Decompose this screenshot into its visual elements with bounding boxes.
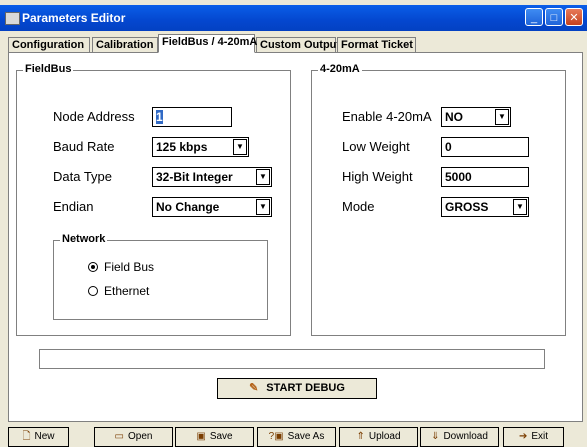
high-weight-label: High Weight: [342, 169, 413, 184]
title-bar[interactable]: Parameters Editor _ □ ✕: [0, 5, 587, 31]
save-as-button[interactable]: ?▣ Save As: [257, 427, 336, 447]
chevron-down-icon[interactable]: ▼: [233, 139, 247, 155]
upload-button-label: Upload: [368, 431, 401, 442]
upload-icon: ⇑: [356, 431, 365, 442]
new-file-icon: 🗋: [22, 431, 31, 442]
network-group-title: Network: [60, 233, 108, 245]
endian-label: Endian: [53, 199, 94, 214]
download-icon: ⇓: [431, 431, 440, 442]
data-type-value: 32-Bit Integer: [156, 170, 233, 184]
analog-group: 4-20mA Enable 4-20mA NO ▼ Low Weight 0 Hi…: [311, 63, 566, 336]
new-button-label: New: [34, 431, 55, 442]
endian-value: No Change: [156, 200, 220, 214]
baud-rate-select[interactable]: 125 kbps ▼: [152, 137, 249, 157]
download-button-label: Download: [443, 431, 488, 442]
baud-rate-value: 125 kbps: [156, 140, 208, 154]
chevron-down-icon[interactable]: ▼: [495, 109, 509, 125]
radio-ethernet[interactable]: Ethernet: [88, 284, 149, 298]
chevron-down-icon[interactable]: ▼: [256, 199, 270, 215]
exit-button-label: Exit: [531, 431, 549, 442]
new-button[interactable]: 🗋 New: [8, 427, 69, 447]
endian-select[interactable]: No Change ▼: [152, 197, 272, 217]
tab-calibration[interactable]: Calibration: [92, 37, 158, 52]
chevron-down-icon[interactable]: ▼: [256, 169, 270, 185]
bottom-toolbar: 🗋 New ▭ Open ▣ Save ?▣ Save As ⇑ Upload ⇓ Down…: [0, 424, 587, 447]
data-type-label: Data Type: [53, 169, 113, 184]
chevron-down-icon[interactable]: ▼: [513, 199, 527, 215]
fieldbus-group: FieldBus Node Address 1 Baud Rate 125 kb…: [16, 63, 291, 336]
close-button[interactable]: ✕: [565, 8, 583, 26]
data-type-select[interactable]: 32-Bit Integer ▼: [152, 167, 272, 187]
upload-button[interactable]: ⇑ Upload: [339, 427, 418, 447]
radio-field-bus[interactable]: Field Bus: [88, 260, 154, 274]
exit-icon: ➔: [518, 431, 528, 442]
radio-selected-icon: [88, 262, 98, 272]
radio-unselected-icon: [88, 286, 98, 296]
window-title: Parameters Editor: [22, 11, 126, 25]
baud-rate-label: Baud Rate: [53, 139, 115, 154]
tab-custom-output[interactable]: Custom Output: [256, 37, 340, 52]
tab-format-ticket[interactable]: Format Ticket: [337, 37, 416, 52]
analog-group-title: 4-20mA: [318, 63, 362, 75]
enable-analog-label: Enable 4-20mA: [342, 109, 432, 124]
parameters-editor-window: Parameters Editor _ □ ✕ Configuration Ca…: [0, 0, 587, 447]
tab-fieldbus[interactable]: FieldBus / 4-20mA: [158, 34, 257, 53]
start-debug-button[interactable]: ✎ START DEBUG: [217, 378, 377, 399]
tab-configuration[interactable]: Configuration: [8, 37, 90, 52]
save-button[interactable]: ▣ Save: [175, 427, 254, 447]
mode-select[interactable]: GROSS ▼: [441, 197, 529, 217]
save-as-button-label: Save As: [287, 431, 325, 442]
open-button[interactable]: ▭ Open: [94, 427, 173, 447]
maximize-button[interactable]: □: [545, 8, 563, 26]
status-bar: [39, 349, 545, 369]
save-icon: ▣: [196, 431, 206, 442]
tab-panel: FieldBus Node Address 1 Baud Rate 125 kb…: [8, 52, 583, 422]
save-button-label: Save: [209, 431, 233, 442]
minimize-button[interactable]: _: [525, 8, 543, 26]
wrench-icon: ✎: [249, 382, 259, 394]
radio-field-bus-label: Field Bus: [104, 260, 155, 274]
low-weight-label: Low Weight: [342, 139, 410, 154]
open-button-label: Open: [127, 431, 153, 442]
download-button[interactable]: ⇓ Download: [420, 427, 499, 447]
enable-analog-select[interactable]: NO ▼: [441, 107, 511, 127]
high-weight-field[interactable]: 5000: [441, 167, 529, 187]
node-address-value: 1: [156, 110, 163, 124]
open-folder-icon: ▭: [114, 431, 124, 442]
node-address-field[interactable]: 1: [152, 107, 232, 127]
radio-ethernet-label: Ethernet: [104, 284, 150, 298]
node-address-label: Node Address: [53, 109, 135, 124]
low-weight-field[interactable]: 0: [441, 137, 529, 157]
enable-analog-value: NO: [445, 110, 463, 124]
mode-value: GROSS: [445, 200, 489, 214]
exit-button[interactable]: ➔ Exit: [503, 427, 564, 447]
start-debug-label: START DEBUG: [266, 382, 345, 394]
save-as-icon: ?▣: [268, 431, 284, 442]
network-group: Network Field Bus Ethernet: [53, 233, 268, 320]
mode-label: Mode: [342, 199, 375, 214]
app-icon: [5, 12, 20, 25]
fieldbus-group-title: FieldBus: [23, 63, 74, 75]
